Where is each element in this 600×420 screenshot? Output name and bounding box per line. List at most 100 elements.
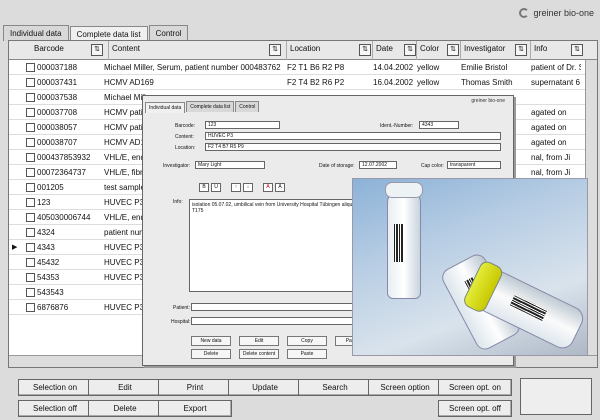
update-button[interactable]: Update bbox=[228, 379, 302, 396]
row-checkbox[interactable] bbox=[26, 213, 35, 222]
sort-icon[interactable]: ⇅ bbox=[571, 44, 583, 56]
row-checkbox[interactable] bbox=[26, 123, 35, 132]
edit-button[interactable]: Edit bbox=[239, 336, 279, 346]
location-field[interactable]: F2 T4 B7 R5 P9 bbox=[205, 143, 501, 151]
logo-icon bbox=[519, 8, 530, 18]
screen-opt-off-button[interactable]: Screen opt. off bbox=[438, 400, 512, 417]
info-label: Info: bbox=[173, 199, 183, 205]
barcode-label: Barcode: bbox=[175, 123, 196, 129]
row-checkbox[interactable] bbox=[26, 243, 35, 252]
main-window: greiner bio-one Individual data Complete… bbox=[0, 0, 600, 420]
delete-button[interactable]: Delete bbox=[191, 349, 231, 359]
cell-info: agated on bbox=[531, 108, 567, 117]
row-checkbox[interactable] bbox=[26, 108, 35, 117]
delete-main-button[interactable]: Delete bbox=[88, 400, 162, 417]
delete-content-button[interactable]: Delete content bbox=[239, 349, 279, 359]
barcode-field[interactable]: 123 bbox=[205, 121, 280, 129]
cell-barcode: 000038057 bbox=[37, 123, 78, 132]
cell-barcode: 000037538 bbox=[37, 93, 78, 102]
cell-info: supernatant 6 d bbox=[531, 78, 581, 87]
edit-main-button[interactable]: Edit bbox=[88, 379, 162, 396]
screen-option-button[interactable]: Screen option bbox=[368, 379, 442, 396]
cell-barcode: 000437853932 bbox=[37, 153, 91, 162]
row-checkbox[interactable] bbox=[26, 63, 35, 72]
cell-barcode: 123 bbox=[37, 198, 51, 207]
cell-info: agated on bbox=[531, 138, 567, 147]
row-checkbox[interactable] bbox=[26, 273, 35, 282]
table-row[interactable]: 000037188 Michael Miller, Serum, patient … bbox=[9, 61, 597, 75]
row-checkbox[interactable] bbox=[26, 198, 35, 207]
patient-label: Patient: bbox=[173, 305, 190, 311]
row-checkbox[interactable] bbox=[26, 288, 35, 297]
row-checkbox[interactable] bbox=[26, 183, 35, 192]
arrow-down-icon[interactable]: ↓ bbox=[243, 183, 253, 192]
brand-logo: greiner bio-one bbox=[519, 8, 594, 18]
row-checkbox[interactable] bbox=[26, 228, 35, 237]
ident-field[interactable]: 4343 bbox=[419, 121, 459, 129]
copy-button[interactable]: Copy bbox=[287, 336, 327, 346]
export-button[interactable]: Export bbox=[158, 400, 232, 417]
cell-barcode: 000038707 bbox=[37, 138, 78, 147]
row-checkbox[interactable] bbox=[26, 303, 35, 312]
cell-color: yellow bbox=[417, 63, 440, 72]
paste-button[interactable]: Paste bbox=[287, 349, 327, 359]
col-info[interactable]: Info bbox=[531, 41, 597, 60]
screen-opt-on-button[interactable]: Screen opt. on bbox=[438, 379, 512, 396]
cell-barcode: 000037431 bbox=[37, 78, 78, 87]
dialog-tab-complete-data-list[interactable]: Complete data list bbox=[186, 101, 235, 112]
font-size-button[interactable]: A bbox=[275, 183, 285, 192]
main-tabs: Individual data Complete data list Contr… bbox=[3, 25, 189, 42]
table-row[interactable]: 000037431 HCMV AD169 F2 T4 B2 R6 P2 16.04.2… bbox=[9, 76, 597, 90]
selection-off-button[interactable]: Selection off bbox=[18, 400, 92, 417]
date-field[interactable]: 12.07.2002 bbox=[359, 161, 397, 169]
ident-label: Ident.-Number: bbox=[380, 123, 414, 129]
cell-info: nal, from Ji bbox=[531, 153, 571, 162]
cell-barcode: 4343 bbox=[37, 243, 55, 252]
cell-barcode: 45432 bbox=[37, 258, 60, 267]
selection-on-button[interactable]: Selection on bbox=[18, 379, 92, 396]
tab-control[interactable]: Control bbox=[148, 25, 189, 41]
location-label: Location: bbox=[175, 145, 196, 151]
dialog-logo: greiner bio-one bbox=[471, 98, 505, 104]
print-button[interactable]: Print bbox=[158, 379, 232, 396]
row-checkbox[interactable] bbox=[26, 153, 35, 162]
cell-content: Michael Miller, Serum, patient number 00… bbox=[104, 63, 281, 72]
content-field[interactable]: HUVEC P3 bbox=[205, 132, 501, 140]
cell-location: F2 T1 B6 R2 P8 bbox=[287, 63, 345, 72]
cap-color-select[interactable]: transparent bbox=[447, 161, 501, 169]
row-checkbox[interactable] bbox=[26, 93, 35, 102]
cell-info: patient of Dr. Sc bbox=[531, 63, 581, 72]
hospital-label: Hospital: bbox=[171, 319, 191, 325]
tab-individual-data[interactable]: Individual data bbox=[3, 25, 69, 41]
search-button[interactable]: Search bbox=[298, 379, 372, 396]
row-checkbox[interactable] bbox=[26, 78, 35, 87]
sort-icon[interactable]: ⇅ bbox=[447, 44, 459, 56]
content-label: Content: bbox=[175, 134, 194, 140]
sort-icon[interactable]: ⇅ bbox=[359, 44, 371, 56]
cell-barcode: 405030006744 bbox=[37, 213, 91, 222]
arrow-up-icon[interactable]: ↑ bbox=[231, 183, 241, 192]
row-checkbox[interactable] bbox=[26, 138, 35, 147]
dialog-tabs: Individual data Complete data list Contr… bbox=[145, 101, 260, 113]
row-checkbox[interactable] bbox=[26, 258, 35, 267]
underline-button[interactable]: U bbox=[211, 183, 221, 192]
dialog-tab-individual-data[interactable]: Individual data bbox=[145, 102, 186, 113]
col-content[interactable]: Content bbox=[109, 41, 287, 60]
cell-color: yellow bbox=[417, 78, 440, 87]
row-pointer-icon: ▶ bbox=[12, 244, 18, 251]
investigator-field[interactable]: Mary Light bbox=[195, 161, 265, 169]
bottom-toolbar: Selection on Edit Print Update Search Sc… bbox=[0, 372, 600, 420]
cell-barcode: 000037708 bbox=[37, 108, 78, 117]
cell-investigator: Thomas Smith bbox=[461, 78, 513, 87]
sort-icon[interactable]: ⇅ bbox=[91, 44, 103, 56]
cell-date: 14.04.2002 bbox=[373, 63, 414, 72]
sort-icon[interactable]: ⇅ bbox=[269, 44, 281, 56]
row-checkbox[interactable] bbox=[26, 168, 35, 177]
dialog-tab-control[interactable]: Control bbox=[235, 101, 260, 112]
cell-content: HCMV AD169 bbox=[104, 78, 154, 87]
bold-button[interactable]: B bbox=[199, 183, 209, 192]
sort-icon[interactable]: ⇅ bbox=[404, 44, 416, 56]
font-color-button[interactable]: A bbox=[263, 183, 273, 192]
new-data-button[interactable]: New data bbox=[191, 336, 231, 346]
sort-icon[interactable]: ⇅ bbox=[515, 44, 527, 56]
